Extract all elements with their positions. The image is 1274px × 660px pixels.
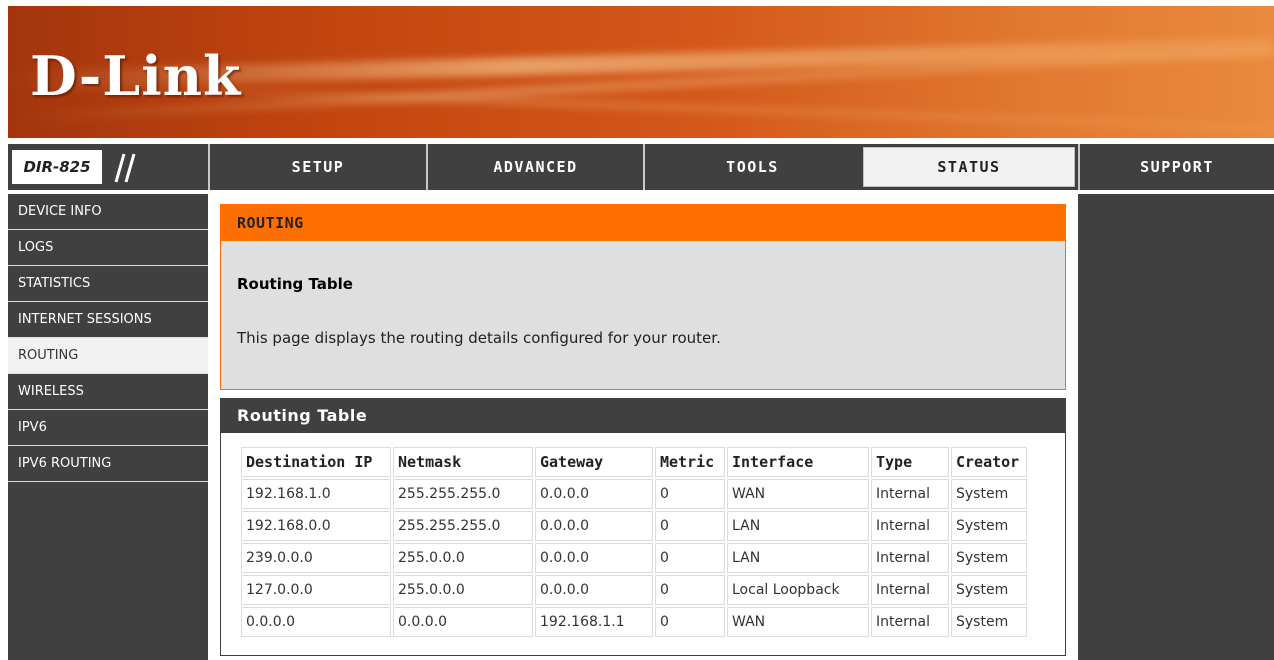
cell-gateway: 0.0.0.0 [535,543,653,573]
cell-gateway: 0.0.0.0 [535,511,653,541]
cell-gateway: 192.168.1.1 [535,607,653,637]
cell-gateway: 0.0.0.0 [535,575,653,605]
sidebar-item-routing[interactable]: ROUTING [8,338,208,374]
cell-netmask: 255.255.255.0 [393,511,533,541]
cell-type: Internal [871,511,949,541]
tab-status[interactable]: STATUS [860,144,1078,190]
cell-interface: WAN [727,607,869,637]
tab-tools[interactable]: TOOLS [643,144,860,190]
cell-creator: System [951,575,1027,605]
tab-status-label: STATUS [863,147,1075,187]
routing-subtitle: Routing Table [237,275,353,293]
table-row: 192.168.0.0 255.255.255.0 0.0.0.0 0 LAN … [241,511,1027,541]
cell-destination-ip: 192.168.0.0 [241,511,391,541]
cell-metric: 0 [655,575,725,605]
sidebar-item-statistics[interactable]: STATISTICS [8,266,208,302]
sidebar-item-wireless[interactable]: WIRELESS [8,374,208,410]
routing-description: This page displays the routing details c… [237,329,721,347]
cell-interface: Local Loopback [727,575,869,605]
cell-metric: 0 [655,511,725,541]
cell-netmask: 255.0.0.0 [393,543,533,573]
header-banner: D-Link [8,6,1274,138]
column-header-creator: Creator [951,447,1027,477]
routing-header: ROUTING [221,205,1065,241]
cell-type: Internal [871,607,949,637]
routing-table: Destination IP Netmask Gateway Metric In… [239,445,1029,639]
sidebar-item-logs[interactable]: LOGS [8,230,208,266]
cell-creator: System [951,511,1027,541]
column-header-metric: Metric [655,447,725,477]
cell-creator: System [951,479,1027,509]
sidebar-item-ipv6-routing[interactable]: IPV6 ROUTING [8,446,208,482]
dlink-logo: D-Link [30,44,242,108]
column-header-type: Type [871,447,949,477]
cell-gateway: 0.0.0.0 [535,479,653,509]
slashes-icon [114,153,136,183]
cell-destination-ip: 239.0.0.0 [241,543,391,573]
tab-advanced[interactable]: ADVANCED [426,144,643,190]
cell-interface: LAN [727,543,869,573]
routing-table-box: Routing Table Destination IP Netmask Gat… [220,398,1066,656]
cell-type: Internal [871,543,949,573]
model-name: DIR-825 [12,150,102,184]
right-column [1078,194,1274,660]
table-row: 192.168.1.0 255.255.255.0 0.0.0.0 0 WAN … [241,479,1027,509]
routing-info-box: ROUTING Routing Table This page displays… [220,204,1066,390]
cell-metric: 0 [655,479,725,509]
tab-setup[interactable]: SETUP [208,144,426,190]
main-content: ROUTING Routing Table This page displays… [208,194,1078,660]
sidebar: DEVICE INFO LOGS STATISTICS INTERNET SES… [8,194,208,660]
cell-destination-ip: 127.0.0.0 [241,575,391,605]
routing-table-header: Routing Table [221,399,1065,433]
column-header-gateway: Gateway [535,447,653,477]
cell-interface: WAN [727,479,869,509]
sidebar-item-internet-sessions[interactable]: INTERNET SESSIONS [8,302,208,338]
sidebar-item-ipv6[interactable]: IPV6 [8,410,208,446]
cell-metric: 0 [655,607,725,637]
cell-type: Internal [871,575,949,605]
column-header-interface: Interface [727,447,869,477]
column-header-netmask: Netmask [393,447,533,477]
model-badge: DIR-825 [12,148,204,186]
tab-support[interactable]: SUPPORT [1078,144,1274,190]
table-row: 239.0.0.0 255.0.0.0 0.0.0.0 0 LAN Intern… [241,543,1027,573]
cell-creator: System [951,543,1027,573]
column-header-destination-ip: Destination IP [241,447,391,477]
table-header-row: Destination IP Netmask Gateway Metric In… [241,447,1027,477]
cell-type: Internal [871,479,949,509]
table-row: 127.0.0.0 255.0.0.0 0.0.0.0 0 Local Loop… [241,575,1027,605]
cell-metric: 0 [655,543,725,573]
cell-creator: System [951,607,1027,637]
table-row: 0.0.0.0 0.0.0.0 192.168.1.1 0 WAN Intern… [241,607,1027,637]
cell-interface: LAN [727,511,869,541]
cell-netmask: 0.0.0.0 [393,607,533,637]
cell-netmask: 255.0.0.0 [393,575,533,605]
top-nav: DIR-825 SETUP ADVANCED TOOLS STATUS SUPP… [8,144,1274,190]
cell-destination-ip: 0.0.0.0 [241,607,391,637]
cell-netmask: 255.255.255.0 [393,479,533,509]
sidebar-item-device-info[interactable]: DEVICE INFO [8,194,208,230]
cell-destination-ip: 192.168.1.0 [241,479,391,509]
